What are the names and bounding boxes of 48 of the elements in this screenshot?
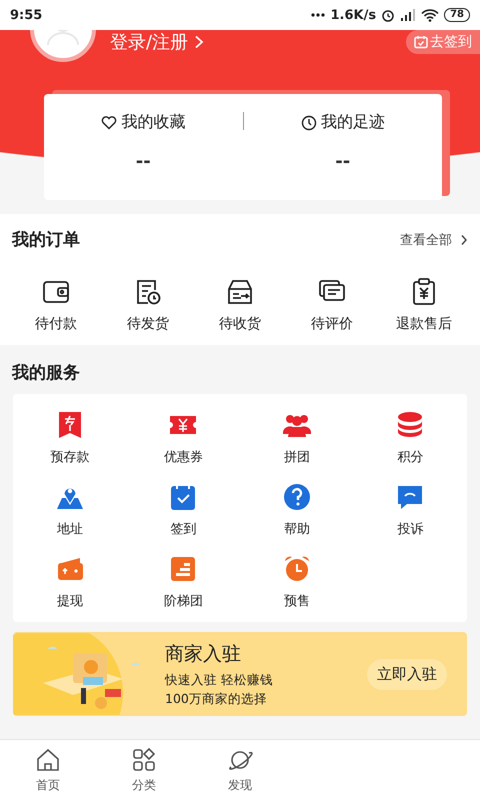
chevron-right-icon [460,234,468,246]
order-item[interactable]: 退款售后 [380,277,468,333]
service-item[interactable]: 拼团 [240,410,354,466]
order-item[interactable]: 待评价 [288,277,376,333]
chevron-right-icon [194,35,204,49]
tab[interactable]: 分类 [96,740,192,800]
stat-label[interactable]: 我的足迹 [300,112,385,133]
wifi-icon [421,8,440,22]
stat-label[interactable]: 我的收藏 [101,112,186,133]
calendar-icon [414,35,428,49]
service-item[interactable]: 优惠券 [126,410,240,466]
service-item[interactable]: 积分 [354,410,467,466]
banner-title: 商家入驻 [165,642,242,666]
service-item[interactable]: 投诉 [354,482,467,538]
view-all-link[interactable]: 查看全部 [400,230,468,248]
clock-icon [300,114,317,130]
stat-value: -- [335,151,350,172]
stat-value: -- [136,151,151,172]
network-speed: 1.6K/s [330,8,376,22]
battery-indicator: 78 [444,8,470,22]
banner-subtitle: 100万商家的选择 [165,690,268,708]
box-arrow-icon [225,277,255,307]
signal-icon [400,9,416,21]
service-item[interactable]: 预售 [240,554,354,610]
join-button[interactable]: 立即入驻 [367,658,447,690]
service-item[interactable]: 提现 [13,554,126,610]
order-item[interactable]: 待收货 [196,277,284,333]
banner-subtitle: 快速入驻 轻松赚钱 [165,672,273,688]
home-icon [35,746,61,772]
more-dots-icon [311,13,326,17]
service-item[interactable]: 帮助 [240,482,354,538]
heart-icon [101,115,118,130]
tab[interactable]: 首页 [0,740,96,800]
tab[interactable]: 发现 [192,740,288,800]
service-item[interactable]: 预存款 [13,410,126,466]
help-icon [282,482,312,512]
section-title: 我的订单 [12,229,80,251]
section-title: 我的服务 [12,363,80,383]
alarm-icon [381,8,396,22]
merchant-banner[interactable]: 商家入驻 快速入驻 轻松赚钱 100万商家的选择 立即入驻 [13,632,467,716]
grid-icon [131,746,157,772]
login-link[interactable]: 登录/注册 [110,30,204,54]
order-item[interactable]: 待付款 [12,277,100,333]
order-item[interactable]: 待发货 [104,277,192,333]
service-item[interactable]: 阶梯团 [126,554,240,610]
status-time: 9:55 [10,8,42,22]
service-item[interactable]: 地址 [13,482,126,538]
service-item[interactable]: 签到 [126,482,240,538]
